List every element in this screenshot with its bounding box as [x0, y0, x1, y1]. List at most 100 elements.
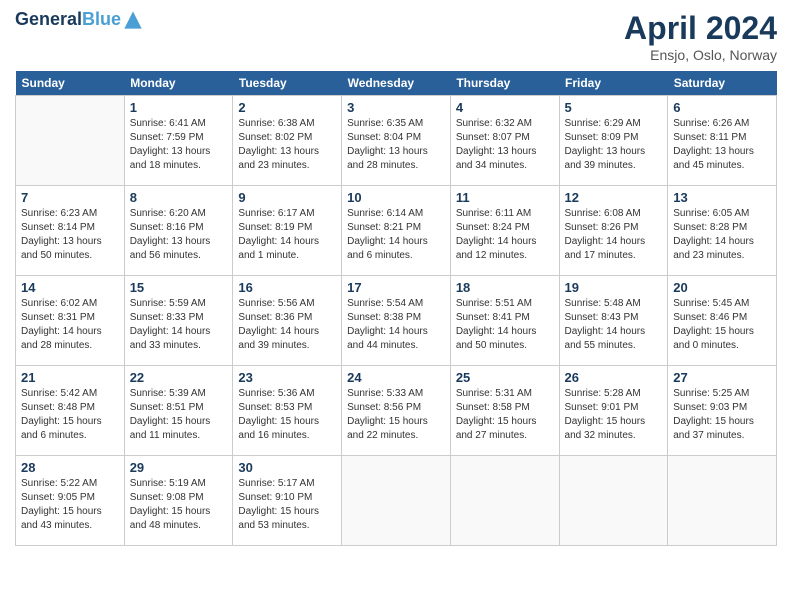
calendar-day-cell: 4 Sunrise: 6:32 AM Sunset: 8:07 PM Dayli… — [450, 96, 559, 186]
day-number: 4 — [456, 100, 554, 115]
day-number: 11 — [456, 190, 554, 205]
day-number: 12 — [565, 190, 663, 205]
calendar-day-cell: 29 Sunrise: 5:19 AM Sunset: 9:08 PM Dayl… — [124, 456, 233, 546]
day-detail: Sunrise: 6:14 AM Sunset: 8:21 PM Dayligh… — [347, 207, 445, 263]
calendar-week-row: 21 Sunrise: 5:42 AM Sunset: 8:48 PM Dayl… — [16, 366, 777, 456]
day-number: 29 — [130, 460, 228, 475]
calendar-day-cell: 24 Sunrise: 5:33 AM Sunset: 8:56 PM Dayl… — [342, 366, 451, 456]
day-detail: Sunrise: 6:05 AM Sunset: 8:28 PM Dayligh… — [673, 207, 771, 263]
day-number: 7 — [21, 190, 119, 205]
calendar-day-cell: 10 Sunrise: 6:14 AM Sunset: 8:21 PM Dayl… — [342, 186, 451, 276]
weekday-header: Sunday — [16, 71, 125, 96]
calendar-day-cell — [559, 456, 668, 546]
calendar-day-cell: 18 Sunrise: 5:51 AM Sunset: 8:41 PM Dayl… — [450, 276, 559, 366]
day-detail: Sunrise: 6:26 AM Sunset: 8:11 PM Dayligh… — [673, 117, 771, 173]
calendar-day-cell: 16 Sunrise: 5:56 AM Sunset: 8:36 PM Dayl… — [233, 276, 342, 366]
day-number: 20 — [673, 280, 771, 295]
day-number: 21 — [21, 370, 119, 385]
calendar-table: SundayMondayTuesdayWednesdayThursdayFrid… — [15, 71, 777, 546]
day-number: 19 — [565, 280, 663, 295]
logo: GeneralBlue — [15, 10, 143, 30]
calendar-week-row: 14 Sunrise: 6:02 AM Sunset: 8:31 PM Dayl… — [16, 276, 777, 366]
calendar-day-cell: 3 Sunrise: 6:35 AM Sunset: 8:04 PM Dayli… — [342, 96, 451, 186]
day-detail: Sunrise: 5:54 AM Sunset: 8:38 PM Dayligh… — [347, 297, 445, 353]
day-number: 25 — [456, 370, 554, 385]
day-number: 24 — [347, 370, 445, 385]
calendar-day-cell: 11 Sunrise: 6:11 AM Sunset: 8:24 PM Dayl… — [450, 186, 559, 276]
calendar-day-cell: 25 Sunrise: 5:31 AM Sunset: 8:58 PM Dayl… — [450, 366, 559, 456]
calendar-day-cell: 28 Sunrise: 5:22 AM Sunset: 9:05 PM Dayl… — [16, 456, 125, 546]
day-number: 28 — [21, 460, 119, 475]
day-number: 26 — [565, 370, 663, 385]
calendar-day-cell: 27 Sunrise: 5:25 AM Sunset: 9:03 PM Dayl… — [668, 366, 777, 456]
calendar-day-cell: 20 Sunrise: 5:45 AM Sunset: 8:46 PM Dayl… — [668, 276, 777, 366]
day-number: 3 — [347, 100, 445, 115]
day-number: 22 — [130, 370, 228, 385]
logo-text: GeneralBlue — [15, 10, 121, 30]
calendar-day-cell: 7 Sunrise: 6:23 AM Sunset: 8:14 PM Dayli… — [16, 186, 125, 276]
day-detail: Sunrise: 5:28 AM Sunset: 9:01 PM Dayligh… — [565, 387, 663, 443]
calendar-day-cell: 23 Sunrise: 5:36 AM Sunset: 8:53 PM Dayl… — [233, 366, 342, 456]
day-detail: Sunrise: 6:29 AM Sunset: 8:09 PM Dayligh… — [565, 117, 663, 173]
day-detail: Sunrise: 6:32 AM Sunset: 8:07 PM Dayligh… — [456, 117, 554, 173]
calendar-week-row: 7 Sunrise: 6:23 AM Sunset: 8:14 PM Dayli… — [16, 186, 777, 276]
calendar-day-cell: 6 Sunrise: 6:26 AM Sunset: 8:11 PM Dayli… — [668, 96, 777, 186]
day-detail: Sunrise: 6:02 AM Sunset: 8:31 PM Dayligh… — [21, 297, 119, 353]
day-number: 30 — [238, 460, 336, 475]
day-detail: Sunrise: 6:23 AM Sunset: 8:14 PM Dayligh… — [21, 207, 119, 263]
calendar-day-cell: 14 Sunrise: 6:02 AM Sunset: 8:31 PM Dayl… — [16, 276, 125, 366]
day-number: 10 — [347, 190, 445, 205]
calendar-day-cell: 30 Sunrise: 5:17 AM Sunset: 9:10 PM Dayl… — [233, 456, 342, 546]
calendar-day-cell: 13 Sunrise: 6:05 AM Sunset: 8:28 PM Dayl… — [668, 186, 777, 276]
day-number: 6 — [673, 100, 771, 115]
calendar-week-row: 28 Sunrise: 5:22 AM Sunset: 9:05 PM Dayl… — [16, 456, 777, 546]
day-number: 18 — [456, 280, 554, 295]
day-number: 2 — [238, 100, 336, 115]
weekday-header-row: SundayMondayTuesdayWednesdayThursdayFrid… — [16, 71, 777, 96]
calendar-day-cell: 21 Sunrise: 5:42 AM Sunset: 8:48 PM Dayl… — [16, 366, 125, 456]
day-detail: Sunrise: 5:42 AM Sunset: 8:48 PM Dayligh… — [21, 387, 119, 443]
calendar-day-cell: 5 Sunrise: 6:29 AM Sunset: 8:09 PM Dayli… — [559, 96, 668, 186]
day-detail: Sunrise: 6:17 AM Sunset: 8:19 PM Dayligh… — [238, 207, 336, 263]
day-detail: Sunrise: 5:33 AM Sunset: 8:56 PM Dayligh… — [347, 387, 445, 443]
calendar-week-row: 1 Sunrise: 6:41 AM Sunset: 7:59 PM Dayli… — [16, 96, 777, 186]
calendar-day-cell: 22 Sunrise: 5:39 AM Sunset: 8:51 PM Dayl… — [124, 366, 233, 456]
day-number: 5 — [565, 100, 663, 115]
day-detail: Sunrise: 5:59 AM Sunset: 8:33 PM Dayligh… — [130, 297, 228, 353]
weekday-header: Friday — [559, 71, 668, 96]
calendar-day-cell — [450, 456, 559, 546]
day-detail: Sunrise: 5:51 AM Sunset: 8:41 PM Dayligh… — [456, 297, 554, 353]
day-detail: Sunrise: 6:41 AM Sunset: 7:59 PM Dayligh… — [130, 117, 228, 173]
day-detail: Sunrise: 5:22 AM Sunset: 9:05 PM Dayligh… — [21, 477, 119, 533]
calendar-day-cell: 26 Sunrise: 5:28 AM Sunset: 9:01 PM Dayl… — [559, 366, 668, 456]
day-detail: Sunrise: 6:20 AM Sunset: 8:16 PM Dayligh… — [130, 207, 228, 263]
calendar-day-cell — [342, 456, 451, 546]
day-detail: Sunrise: 5:45 AM Sunset: 8:46 PM Dayligh… — [673, 297, 771, 353]
day-number: 1 — [130, 100, 228, 115]
day-number: 23 — [238, 370, 336, 385]
day-number: 13 — [673, 190, 771, 205]
day-number: 17 — [347, 280, 445, 295]
day-detail: Sunrise: 6:38 AM Sunset: 8:02 PM Dayligh… — [238, 117, 336, 173]
weekday-header: Monday — [124, 71, 233, 96]
title-area: April 2024 Ensjo, Oslo, Norway — [624, 10, 777, 63]
day-detail: Sunrise: 5:39 AM Sunset: 8:51 PM Dayligh… — [130, 387, 228, 443]
day-detail: Sunrise: 5:36 AM Sunset: 8:53 PM Dayligh… — [238, 387, 336, 443]
day-number: 16 — [238, 280, 336, 295]
day-detail: Sunrise: 5:48 AM Sunset: 8:43 PM Dayligh… — [565, 297, 663, 353]
calendar-day-cell: 12 Sunrise: 6:08 AM Sunset: 8:26 PM Dayl… — [559, 186, 668, 276]
day-detail: Sunrise: 5:19 AM Sunset: 9:08 PM Dayligh… — [130, 477, 228, 533]
day-number: 8 — [130, 190, 228, 205]
calendar-day-cell: 2 Sunrise: 6:38 AM Sunset: 8:02 PM Dayli… — [233, 96, 342, 186]
logo-icon — [123, 10, 143, 30]
weekday-header: Thursday — [450, 71, 559, 96]
day-detail: Sunrise: 6:35 AM Sunset: 8:04 PM Dayligh… — [347, 117, 445, 173]
day-number: 9 — [238, 190, 336, 205]
day-detail: Sunrise: 5:17 AM Sunset: 9:10 PM Dayligh… — [238, 477, 336, 533]
day-number: 27 — [673, 370, 771, 385]
weekday-header: Saturday — [668, 71, 777, 96]
calendar-day-cell: 17 Sunrise: 5:54 AM Sunset: 8:38 PM Dayl… — [342, 276, 451, 366]
location: Ensjo, Oslo, Norway — [624, 47, 777, 63]
calendar-day-cell — [668, 456, 777, 546]
calendar-day-cell: 1 Sunrise: 6:41 AM Sunset: 7:59 PM Dayli… — [124, 96, 233, 186]
